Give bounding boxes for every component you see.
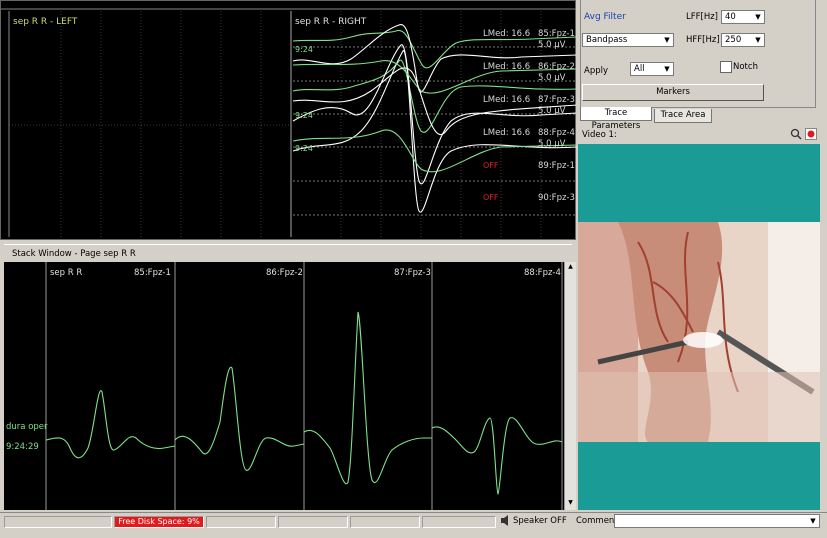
comment-select[interactable]: ▼ bbox=[614, 514, 820, 528]
disk-space-indicator: Free Disk Space: 9% bbox=[114, 516, 204, 528]
lff-label: LFF[Hz] bbox=[686, 12, 718, 22]
stack-trace-3 bbox=[303, 311, 432, 485]
status-bar: Free Disk Space: 9% Speaker OFF Comment:… bbox=[0, 512, 827, 538]
channel-label[interactable]: 90:Fpz-3 bbox=[538, 193, 575, 203]
filter-type-select[interactable]: Bandpass ▼ bbox=[582, 33, 674, 47]
stack-window-title: Stack Window - Page sep R R bbox=[12, 249, 136, 259]
amplitude-label: 5.0 µV bbox=[538, 106, 566, 116]
trace-overlay-1 bbox=[292, 29, 577, 69]
stack-trace-2 bbox=[174, 366, 305, 471]
channel-label[interactable]: 88:Fpz-4 bbox=[538, 128, 575, 138]
lmed-label: LMed: 16.6 bbox=[483, 62, 531, 72]
trace-overlay-3 bbox=[292, 59, 577, 133]
chevron-down-icon: ▼ bbox=[755, 36, 761, 44]
amplitude-label: 5.0 µV bbox=[538, 139, 566, 149]
status-cell bbox=[422, 516, 496, 528]
scroll-down-icon[interactable]: ▼ bbox=[566, 499, 575, 509]
status-cell bbox=[4, 516, 112, 528]
lff-select[interactable]: 40 ▼ bbox=[721, 10, 765, 24]
chevron-down-icon: ▼ bbox=[810, 517, 816, 525]
status-cell bbox=[350, 516, 420, 528]
trace-overlay-2 bbox=[292, 24, 577, 93]
channel-label[interactable]: 89:Fpz-1 bbox=[538, 161, 575, 171]
stack-window-canvas[interactable]: sep R R 85:Fpz-1 86:Fpz-2 87:Fpz-3 88:Fp… bbox=[4, 262, 564, 510]
time-label: 9:24 bbox=[295, 45, 313, 54]
tab-trace-parameters[interactable]: Trace Parameters bbox=[580, 107, 652, 131]
side-annotation: dura oper bbox=[6, 422, 48, 432]
hff-select[interactable]: 250 ▼ bbox=[721, 33, 765, 47]
stack-channel-label[interactable]: 85:Fpz-1 bbox=[134, 268, 171, 278]
video-header: Video 1: bbox=[578, 128, 820, 142]
surgical-video-frame bbox=[578, 222, 820, 442]
amplitude-label: 5.0 µV bbox=[538, 40, 566, 50]
time-label: 9:24 bbox=[295, 111, 313, 120]
status-cell bbox=[278, 516, 348, 528]
stack-window-titlebar[interactable]: Stack Window - Page sep R R bbox=[4, 244, 572, 263]
channel-label[interactable]: 85:Fpz-1 bbox=[538, 29, 575, 39]
eeg-overlay-panel[interactable]: sep R R - LEFT sep R R - RIGHT 9:24 9:24… bbox=[0, 0, 577, 240]
stack-scrollbar[interactable]: ▲ ▼ bbox=[564, 262, 576, 510]
stack-traces bbox=[45, 262, 563, 510]
apply-label: Apply bbox=[584, 66, 608, 76]
time-label: 9:24 bbox=[295, 144, 313, 153]
lmed-label: LMed: 16.6 bbox=[483, 128, 531, 138]
stack-channel-label[interactable]: 87:Fpz-3 bbox=[394, 268, 431, 278]
amplitude-label: 5.0 µV bbox=[538, 73, 566, 83]
right-panel-title: sep R R - RIGHT bbox=[295, 17, 367, 27]
notch-label: Notch bbox=[733, 62, 758, 72]
channel-label[interactable]: 87:Fpz-3 bbox=[538, 95, 575, 105]
lmed-label: LMed: 16.6 bbox=[483, 95, 531, 105]
left-panel-title: sep R R - LEFT bbox=[13, 17, 78, 27]
side-time: 9:24:29 bbox=[6, 442, 39, 452]
markers-button[interactable]: Markers bbox=[582, 84, 764, 101]
stack-channel-label[interactable]: 86:Fpz-2 bbox=[266, 268, 303, 278]
notch-checkbox[interactable] bbox=[720, 61, 732, 73]
chevron-down-icon: ▼ bbox=[755, 13, 761, 21]
status-cell bbox=[206, 516, 276, 528]
speaker-status[interactable]: Speaker OFF bbox=[513, 516, 567, 526]
record-icon[interactable] bbox=[805, 128, 817, 140]
off-status: OFF bbox=[483, 193, 499, 202]
off-status: OFF bbox=[483, 161, 499, 170]
channel-label[interactable]: 86:Fpz-2 bbox=[538, 62, 575, 72]
chevron-down-icon: ▼ bbox=[664, 36, 670, 44]
stack-page-label: sep R R bbox=[50, 268, 83, 278]
stack-channel-label[interactable]: 88:Fpz-4 bbox=[524, 268, 561, 278]
trace-overlay-8 bbox=[292, 67, 577, 135]
avg-filter-label: Avg Filter bbox=[584, 12, 626, 22]
hff-label: HFF[Hz] bbox=[686, 35, 720, 45]
chevron-down-icon: ▼ bbox=[664, 65, 670, 73]
trace-parameters-panel: Avg Filter LFF[Hz] 40 ▼ Bandpass ▼ HFF[Hz]… bbox=[576, 0, 820, 131]
scroll-up-icon[interactable]: ▲ bbox=[566, 263, 575, 273]
magnifier-icon[interactable] bbox=[790, 128, 802, 140]
video-panel[interactable] bbox=[578, 144, 820, 510]
stack-trace-4 bbox=[431, 417, 563, 495]
video-title: Video 1: bbox=[582, 130, 617, 140]
lmed-label: LMed: 16.6 bbox=[483, 29, 531, 39]
stack-trace-1 bbox=[45, 390, 176, 459]
apply-select[interactable]: All ▼ bbox=[630, 62, 674, 76]
tab-trace-area[interactable]: Trace Area bbox=[654, 109, 712, 123]
speaker-icon[interactable] bbox=[500, 515, 511, 526]
